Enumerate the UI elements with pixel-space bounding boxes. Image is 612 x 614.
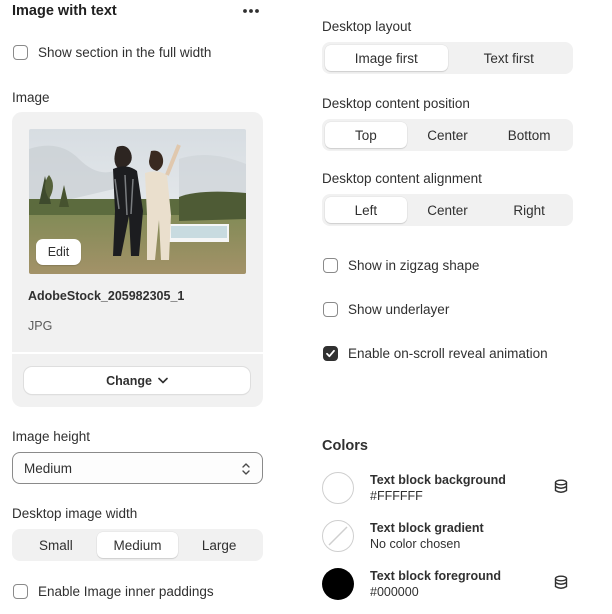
alignment-option-right[interactable]: Right xyxy=(488,197,570,223)
layout-option-image-first[interactable]: Image first xyxy=(325,45,448,71)
color-name-foreground: Text block foreground xyxy=(370,569,502,583)
desktop-image-width-control: Small Medium Large xyxy=(12,529,263,561)
color-value-foreground: #000000 xyxy=(370,585,419,599)
change-button-label: Change xyxy=(106,373,152,388)
color-swatch-gradient[interactable] xyxy=(322,520,354,552)
desktop-content-alignment-control: Left Center Right xyxy=(322,194,573,226)
image-heading: Image xyxy=(12,90,50,105)
desktop-content-position-label: Desktop content position xyxy=(322,96,470,111)
width-option-small[interactable]: Small xyxy=(15,532,97,558)
no-color-slash-icon xyxy=(328,526,348,546)
image-filetype: JPG xyxy=(28,319,53,333)
underlayer-label: Show underlayer xyxy=(348,302,450,317)
alignment-option-center[interactable]: Center xyxy=(407,197,489,223)
image-height-value: Medium xyxy=(24,460,73,476)
reveal-animation-checkbox[interactable] xyxy=(323,346,338,361)
image-height-select[interactable]: Medium xyxy=(12,452,263,484)
inner-paddings-label: Enable Image inner paddings xyxy=(38,584,214,599)
desktop-content-position-control: Top Center Bottom xyxy=(322,119,573,151)
position-option-bottom[interactable]: Bottom xyxy=(488,122,570,148)
inner-paddings-checkbox[interactable] xyxy=(13,584,28,599)
zigzag-checkbox[interactable] xyxy=(323,258,338,273)
zigzag-label: Show in zigzag shape xyxy=(348,258,480,273)
desktop-image-width-label: Desktop image width xyxy=(12,506,138,521)
desktop-layout-label: Desktop layout xyxy=(322,19,412,34)
desktop-content-alignment-label: Desktop content alignment xyxy=(322,171,482,186)
section-title: Image with text xyxy=(12,3,117,19)
desktop-layout-control: Image first Text first xyxy=(322,42,573,74)
colors-heading: Colors xyxy=(322,438,368,454)
more-actions-button[interactable] xyxy=(241,5,261,17)
checkmark-icon xyxy=(326,349,335,358)
color-value-background: #FFFFFF xyxy=(370,489,423,503)
chevron-down-icon xyxy=(158,377,168,384)
database-icon[interactable] xyxy=(554,575,568,593)
database-icon[interactable] xyxy=(554,479,568,497)
more-horizontal-icon xyxy=(243,9,259,13)
color-swatch-foreground[interactable] xyxy=(322,568,354,600)
alignment-option-left[interactable]: Left xyxy=(325,197,407,223)
color-name-gradient: Text block gradient xyxy=(370,521,484,535)
reveal-animation-label: Enable on-scroll reveal animation xyxy=(348,346,548,361)
image-height-label: Image height xyxy=(12,429,91,444)
select-arrows-icon xyxy=(242,463,250,475)
width-option-large[interactable]: Large xyxy=(178,532,260,558)
edit-image-button[interactable]: Edit xyxy=(36,239,81,265)
image-thumbnail[interactable]: Edit xyxy=(29,129,246,274)
color-swatch-background[interactable] xyxy=(322,472,354,504)
color-value-gradient: No color chosen xyxy=(370,537,461,551)
underlayer-checkbox[interactable] xyxy=(323,302,338,317)
image-picker-card: Edit AdobeStock_205982305_1 JPG Change xyxy=(12,112,263,407)
change-image-button[interactable]: Change xyxy=(24,367,250,394)
width-option-medium[interactable]: Medium xyxy=(96,532,179,558)
position-option-top[interactable]: Top xyxy=(325,122,407,148)
card-divider xyxy=(12,352,263,354)
position-option-center[interactable]: Center xyxy=(407,122,489,148)
layout-option-text-first[interactable]: Text first xyxy=(448,45,571,71)
image-filename: AdobeStock_205982305_1 xyxy=(28,289,185,303)
full-width-checkbox[interactable] xyxy=(13,45,28,60)
full-width-label: Show section in the full width xyxy=(38,45,212,60)
color-name-background: Text block background xyxy=(370,473,506,487)
